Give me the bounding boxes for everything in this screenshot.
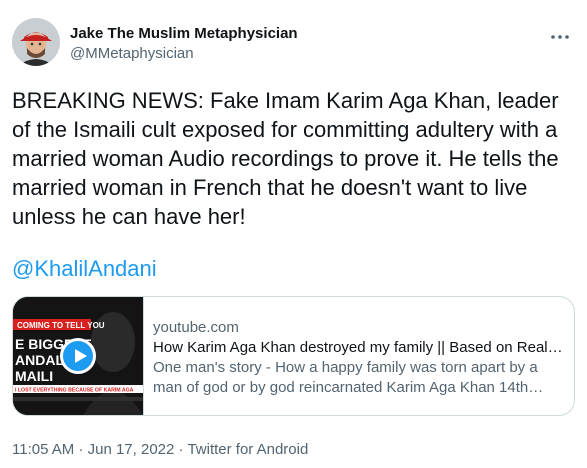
thumb-headline-3: MAILI	[15, 368, 53, 384]
thumb-sub-text: I LOST EVERYTHING BECAUSE OF KARIM AGA	[15, 388, 134, 394]
card-domain: youtube.com	[153, 319, 239, 336]
tweet-time[interactable]: 11:05 AM	[12, 441, 74, 458]
thumb-banner-text: COMING TO TELL YOU	[17, 321, 105, 330]
mention-link[interactable]: @KhalilAndani	[12, 254, 157, 283]
tweet: Jake The Muslim Metaphysician @MMetaphys…	[0, 0, 587, 468]
tweet-date[interactable]: Jun 17, 2022	[88, 441, 175, 458]
tweet-meta: 11:05 AM · Jun 17, 2022 · Twitter for An…	[12, 440, 308, 460]
card-description: One man's story - How a happy family was…	[153, 359, 538, 396]
card-thumbnail: COMING TO TELL YOU E BIGGEST ANDAL MAILI…	[13, 297, 144, 415]
author-handle[interactable]: @MMetaphysician	[70, 44, 298, 64]
author-names: Jake The Muslim Metaphysician @MMetaphys…	[70, 24, 298, 64]
link-card[interactable]: COMING TO TELL YOU E BIGGEST ANDAL MAILI…	[12, 296, 575, 416]
tweet-source[interactable]: Twitter for Android	[187, 441, 308, 458]
avatar[interactable]	[12, 18, 60, 66]
card-title: How Karim Aga Khan destroyed my family |…	[153, 339, 565, 356]
more-dots-icon[interactable]	[549, 26, 571, 48]
thumb-headline-2: ANDAL	[15, 352, 64, 368]
play-icon[interactable]	[60, 338, 96, 374]
meta-separator-2: ·	[178, 441, 184, 458]
meta-separator: ·	[78, 441, 84, 458]
avatar-image	[12, 18, 60, 66]
tweet-text: BREAKING NEWS: Fake Imam Karim Aga Khan,…	[12, 88, 565, 229]
tweet-header: Jake The Muslim Metaphysician @MMetaphys…	[12, 14, 575, 70]
author-display-name[interactable]: Jake The Muslim Metaphysician	[70, 24, 298, 44]
card-body: youtube.com How Karim Aga Khan destroyed…	[153, 318, 565, 398]
